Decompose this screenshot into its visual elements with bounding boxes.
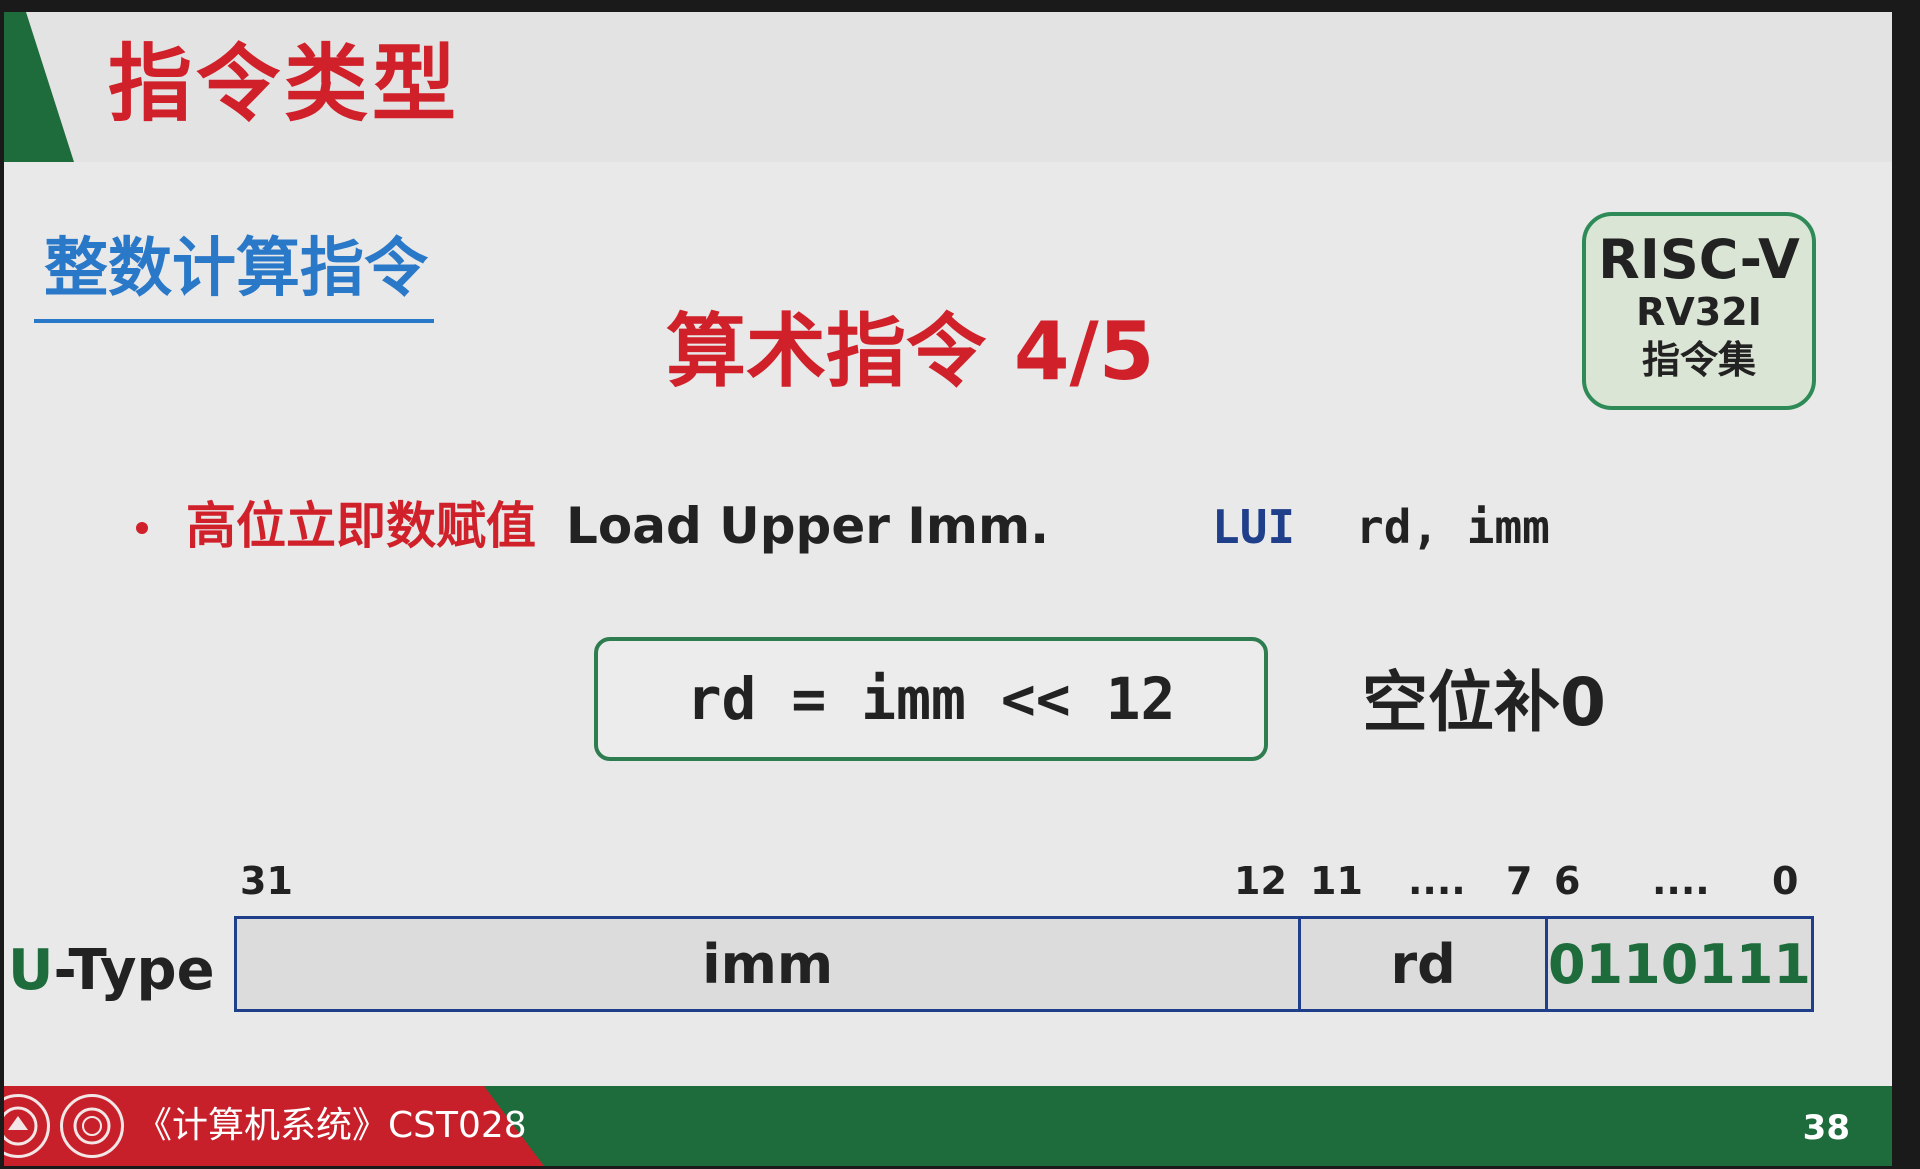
u-type-prefix: U — [8, 938, 54, 1003]
u-type-label: U-Type — [8, 940, 215, 1002]
bullet-item: 高位立即数赋值 Load Upper Imm. LUI rd, imm — [4, 492, 1892, 562]
page-number: 38 — [1802, 1108, 1850, 1148]
badge-line-1: RV32I — [1636, 290, 1762, 335]
title-accent-stripe — [4, 12, 74, 162]
school-seal-icon — [60, 1094, 124, 1158]
bit-label-ellipsis-1: .... — [1408, 859, 1466, 903]
slide: 指令类型 整数计算指令 算术指令 4/5 RISC-V RV32I 指令集 高位… — [4, 12, 1892, 1166]
bit-label-12: 12 — [1234, 859, 1287, 903]
isa-badge: RISC-V RV32I 指令集 — [1582, 212, 1816, 410]
instruction-mnemonic: LUI — [1212, 500, 1296, 554]
instruction-format-row: imm rd 0110111 — [234, 916, 1814, 1012]
page-title: 指令类型 — [108, 35, 461, 133]
u-type-suffix: -Type — [53, 938, 215, 1003]
bit-label-0: 0 — [1772, 859, 1799, 903]
badge-line-2: 指令集 — [1641, 337, 1756, 382]
field-opcode: 0110111 — [1544, 919, 1811, 1009]
course-label: 《计算机系统》CST028 — [136, 1105, 527, 1146]
fill-note: 空位补0 — [1362, 664, 1606, 741]
field-rd: rd — [1298, 919, 1545, 1009]
formula-box: rd = imm << 12 — [594, 637, 1268, 761]
badge-title: RISC-V — [1598, 228, 1800, 291]
bit-label-7: 7 — [1506, 859, 1533, 903]
field-imm: imm — [702, 932, 834, 996]
instruction-operands: rd, imm — [1356, 500, 1550, 554]
bit-label-ellipsis-2: .... — [1652, 859, 1710, 903]
bit-label-31: 31 — [240, 859, 293, 903]
footer-bar: 《计算机系统》CST028 38 — [4, 1086, 1892, 1166]
bullet-english-label: Load Upper Imm. — [566, 497, 1050, 555]
section-underline — [34, 319, 434, 323]
sub-title: 算术指令 4/5 — [666, 305, 1155, 398]
bullet-chinese-label: 高位立即数赋值 — [186, 497, 536, 555]
bullet-dot-icon — [136, 522, 148, 534]
bit-label-11: 11 — [1310, 859, 1363, 903]
bit-label-6: 6 — [1554, 859, 1581, 903]
section-title: 整数计算指令 — [44, 232, 428, 306]
title-bar: 指令类型 — [4, 12, 1892, 162]
